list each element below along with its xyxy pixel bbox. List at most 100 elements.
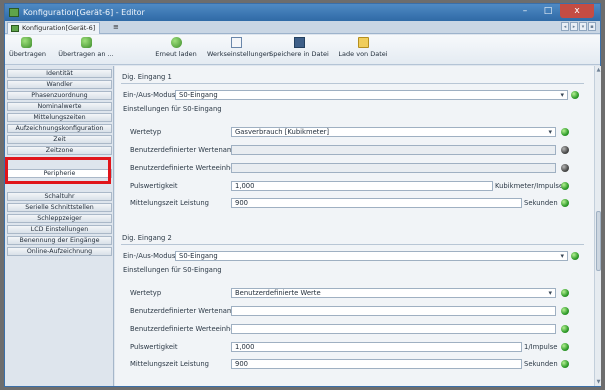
save-to-file-label: Speichere in Datei (269, 50, 329, 58)
group-2-werteeinheit-label: Benutzerdefinierte Werteeinheit (130, 325, 240, 333)
title-bar: Konfiguration[Gerät-6] - Editor – □ x (5, 4, 600, 21)
group-1-werteeinheit-status-icon (561, 164, 569, 172)
group-1-wertename-label: Benutzerdefinierter Wertename (130, 146, 238, 154)
maximize-button[interactable]: □ (537, 4, 559, 18)
group-1-pulswertigkeit-label: Pulswertigkeit (130, 182, 178, 190)
reload-button[interactable]: Erneut laden (154, 37, 198, 58)
toolbar: Übertragen Übertragen an ... Erneut lade… (5, 35, 600, 65)
group-1-subtitle: Einstellungen für S0-Eingang (123, 105, 222, 113)
sidebar-item-identitaet[interactable]: Identität (7, 69, 112, 78)
group-2-mittelungszeit-label: Mittelungszeit Leistung (130, 360, 209, 368)
scrollbar-thumb[interactable] (596, 211, 601, 271)
group-1-wertename-status-icon (561, 146, 569, 154)
tab-menu-icon[interactable]: ≡ (113, 22, 119, 33)
highlight-box (5, 157, 111, 184)
group-2-pulswertigkeit-unit: 1/Impulse (524, 343, 558, 351)
scroll-down-icon[interactable]: ▼ (595, 379, 602, 385)
folder-icon (357, 37, 369, 48)
group-2-mode-select[interactable]: S0-Eingang (175, 251, 568, 261)
scroll-up-icon[interactable]: ▲ (595, 67, 602, 73)
group-2-pulswertigkeit-status-icon (561, 343, 569, 351)
group-2-wertename-label: Benutzerdefinierter Wertename (130, 307, 238, 315)
group-2-werteeinheit-status-icon (561, 325, 569, 333)
group-1-mittelungszeit-field[interactable]: 900 (231, 198, 522, 208)
tab-label: Konfiguration[Gerät-6] (22, 24, 96, 32)
sidebar-item-online-aufzeichnung[interactable]: Online-Aufzeichnung (7, 247, 112, 256)
group-2-mittelungszeit-field[interactable]: 900 (231, 359, 522, 369)
factory-settings-button[interactable]: Werkseinstellungen (207, 37, 271, 58)
refresh-icon (170, 37, 182, 48)
transfer-icon (20, 37, 32, 48)
save-to-file-button[interactable]: Speichere in Datei (269, 37, 329, 58)
transfer-label: Übertragen (9, 50, 47, 58)
group-2-mittelungszeit-status-icon (561, 360, 569, 368)
group-2-mode-label: Ein-/Aus-Modus (123, 252, 176, 260)
group-1-wertename-field[interactable] (231, 145, 556, 155)
group-1-mode-label: Ein-/Aus-Modus (123, 91, 176, 99)
group-2-pulswertigkeit-label: Pulswertigkeit (130, 343, 178, 351)
group-1-mode-status-icon (571, 91, 579, 99)
transfer-to-icon (80, 37, 92, 48)
document-icon (230, 37, 242, 48)
window-title: Konfiguration[Gerät-6] - Editor (23, 8, 145, 17)
group-2-subtitle: Einstellungen für S0-Eingang (123, 266, 222, 274)
group-1-werteeinheit-field[interactable] (231, 163, 556, 173)
settings-panel: Dig. Eingang 1 Ein-/Aus-Modus S0-Eingang… (115, 66, 594, 386)
group-1-mittelungszeit-unit: Sekunden (524, 199, 558, 207)
load-from-file-label: Lade von Datei (338, 50, 388, 58)
device-icon (11, 25, 19, 32)
tab-bar: Konfiguration[Gerät-6] ≡ ◂ ▸ ▾ ▪ (5, 21, 600, 34)
tab-list-button[interactable]: ▾ (579, 22, 587, 31)
sidebar-item-mittelungszeiten[interactable]: Mittelungszeiten (7, 113, 112, 122)
sidebar-item-schleppzeiger[interactable]: Schleppzeiger (7, 214, 112, 223)
group-1-werteeinheit-label: Benutzerdefinierte Werteeinheit (130, 164, 240, 172)
group-1-mittelungszeit-status-icon (561, 199, 569, 207)
group-1-pulswertigkeit-unit: Kubikmeter/Impulse (495, 182, 564, 190)
sidebar-item-benennung-der-eingaenge[interactable]: Benennung der Eingänge (7, 236, 112, 245)
close-button[interactable]: x (560, 4, 594, 18)
group-1-wertetyp-select[interactable]: Gasverbrauch [Kubikmeter] (231, 127, 556, 137)
sidebar-item-lcd-einstellungen[interactable]: LCD Einstellungen (7, 225, 112, 234)
sidebar-item-zeit[interactable]: Zeit (7, 135, 112, 144)
group-2-wertetyp-select[interactable]: Benutzerdefinierte Werte (231, 288, 556, 298)
transfer-to-button[interactable]: Übertragen an ... (57, 37, 115, 58)
tab-prev-button[interactable]: ◂ (561, 22, 569, 31)
editor-window: Konfiguration[Gerät-6] - Editor – □ x Ko… (4, 3, 601, 387)
sidebar: Identität Wandler Phasenzuordnung Nomina… (5, 66, 114, 386)
sidebar-item-phasenzuordnung[interactable]: Phasenzuordnung (7, 91, 112, 100)
transfer-to-label: Übertragen an ... (58, 50, 114, 58)
group-1-pulswertigkeit-status-icon (561, 182, 569, 190)
transfer-button[interactable]: Übertragen (9, 37, 47, 58)
group-1-divider (121, 83, 584, 84)
group-1-pulswertigkeit-field[interactable]: 1,000 (231, 181, 493, 191)
group-2-werteeinheit-field[interactable] (231, 324, 556, 334)
group-1-wertetyp-status-icon (561, 128, 569, 136)
load-from-file-button[interactable]: Lade von Datei (338, 37, 388, 58)
group-2-pulswertigkeit-field[interactable]: 1,000 (231, 342, 522, 352)
sidebar-item-nominalwerte[interactable]: Nominalwerte (7, 102, 112, 111)
tab-navigation: ◂ ▸ ▾ ▪ (560, 22, 596, 31)
tab-next-button[interactable]: ▸ (570, 22, 578, 31)
tab-close-button[interactable]: ▪ (588, 22, 596, 31)
sidebar-item-schaltuhr[interactable]: Schaltuhr (7, 192, 112, 201)
group-2-mittelungszeit-unit: Sekunden (524, 360, 558, 368)
group-2-title: Dig. Eingang 2 (122, 234, 172, 242)
group-2-wertename-field[interactable] (231, 306, 556, 316)
sidebar-item-serielle-schnittstellen[interactable]: Serielle Schnittstellen (7, 203, 112, 212)
vertical-scrollbar[interactable]: ▲ ▼ (594, 66, 601, 386)
group-1-wertetyp-label: Wertetyp (130, 128, 162, 136)
sidebar-item-aufzeichnungskonfiguration[interactable]: Aufzeichnungskonfiguration (7, 124, 112, 133)
sidebar-item-zeitzone[interactable]: Zeitzone (7, 146, 112, 155)
sidebar-item-wandler[interactable]: Wandler (7, 80, 112, 89)
group-2-mode-status-icon (571, 252, 579, 260)
reload-label: Erneut laden (155, 50, 197, 58)
group-1-title: Dig. Eingang 1 (122, 73, 172, 81)
group-2-wertetyp-status-icon (561, 289, 569, 297)
group-1-mode-select[interactable]: S0-Eingang (175, 90, 568, 100)
factory-settings-label: Werkseinstellungen (207, 50, 271, 58)
tab-konfiguration[interactable]: Konfiguration[Gerät-6] (7, 22, 101, 34)
group-1-mittelungszeit-label: Mittelungszeit Leistung (130, 199, 209, 207)
minimize-button[interactable]: – (514, 4, 536, 18)
group-2-divider (121, 244, 584, 245)
app-icon (9, 8, 19, 17)
